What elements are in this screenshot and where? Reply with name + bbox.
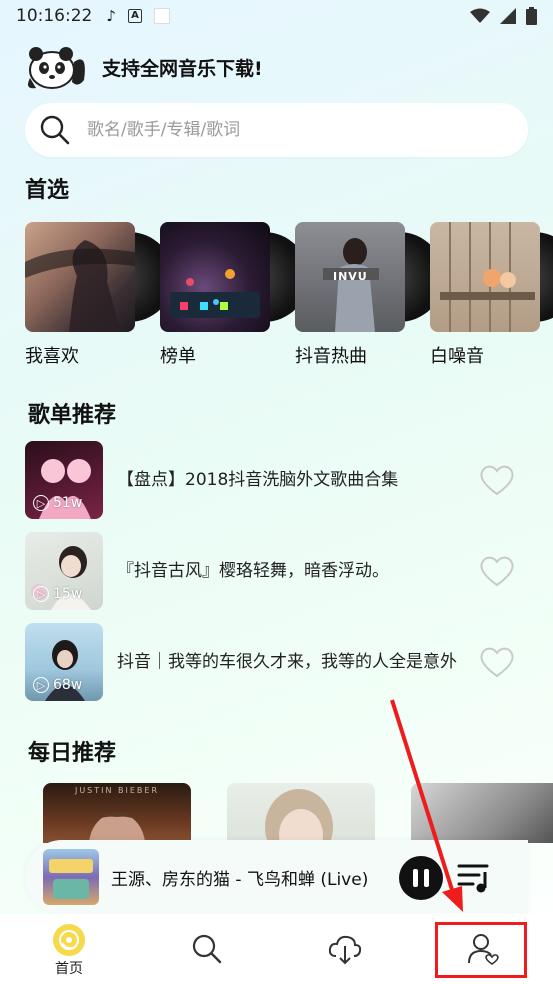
play-count: ▷ 68w: [33, 677, 82, 693]
featured-cover: [430, 222, 540, 332]
featured-cover: INVU: [295, 222, 405, 332]
daily-card[interactable]: JUSTIN BIEBER: [43, 783, 191, 843]
daily-card[interactable]: [411, 783, 553, 843]
panda-logo-icon: [28, 47, 85, 89]
status-time: 10:16:22: [16, 6, 93, 26]
playlist-section-title: 歌单推荐: [28, 403, 117, 428]
featured-label: 白噪音: [430, 346, 484, 367]
mini-player[interactable]: 王源、房东的猫 - 飞鸟和蝉 (Live): [25, 840, 528, 914]
playlist-item[interactable]: ▷ 51w 【盘点】2018抖音洗脑外文歌曲合集: [25, 441, 535, 521]
play-icon: ▷: [33, 677, 49, 693]
heart-icon[interactable]: [479, 463, 515, 497]
cloud-download-icon: [328, 935, 362, 965]
daily-card[interactable]: [227, 783, 375, 843]
play-count: ▷ 15w: [33, 586, 82, 602]
search-icon: [40, 115, 70, 145]
search-bar[interactable]: [25, 103, 528, 157]
now-playing-cover: [43, 849, 99, 905]
white-square-icon: [153, 8, 170, 24]
playlist-item[interactable]: ▷ 15w 『抖音古风』樱珞轻舞，暗香浮动。: [25, 532, 535, 612]
daily-list: JUSTIN BIEBER: [0, 783, 553, 843]
home-disc-icon: [53, 924, 85, 956]
tab-download[interactable]: [276, 914, 414, 984]
featured-label: 榜单: [160, 346, 196, 367]
playlist-queue-icon[interactable]: [457, 860, 493, 894]
search-input[interactable]: [87, 120, 487, 140]
featured-label: 我喜欢: [25, 346, 79, 367]
playlist-cover: ▷ 15w: [25, 532, 103, 610]
status-bar: 10:16:22 ♪ A: [0, 0, 553, 32]
playlist-cover: ▷ 68w: [25, 623, 103, 701]
featured-cover: [160, 222, 270, 332]
featured-label: 抖音热曲: [295, 346, 367, 367]
play-count: ▷ 51w: [33, 495, 82, 511]
featured-cover: [25, 222, 135, 332]
music-note-icon: ♪: [106, 7, 116, 25]
brand-slogan: 支持全网音乐下载!: [102, 57, 263, 80]
playlist-title: 抖音｜我等的车很久才来，我等的人全是意外: [117, 652, 457, 672]
playlist-item[interactable]: ▷ 68w 抖音｜我等的车很久才来，我等的人全是意外: [25, 623, 535, 703]
daily-cover-text: JUSTIN BIEBER: [74, 786, 160, 795]
play-icon: ▷: [33, 586, 49, 602]
brand-header: 支持全网音乐下载!: [22, 42, 263, 92]
play-icon: ▷: [33, 495, 49, 511]
featured-list: 我喜欢 榜单 INVU 抖音热曲 白噪音: [25, 222, 553, 367]
playlist-title: 『抖音古风』樱珞轻舞，暗香浮动。: [117, 561, 389, 581]
daily-section-title: 每日推荐: [28, 741, 117, 766]
battery-icon: [526, 7, 537, 25]
pause-button[interactable]: [399, 856, 443, 900]
heart-icon[interactable]: [479, 645, 515, 679]
playlist-cover: ▷ 51w: [25, 441, 103, 519]
wifi-icon: [470, 8, 490, 23]
annotation-highlight-box: [435, 922, 527, 978]
now-playing-title: 王源、房东的猫 - 飞鸟和蝉 (Live): [111, 869, 369, 890]
cover-title-text: INVU: [333, 270, 368, 283]
search-icon: [192, 934, 222, 964]
a-box-icon: A: [127, 9, 142, 23]
tab-home[interactable]: 首页: [0, 914, 138, 984]
playlist-title: 【盘点】2018抖音洗脑外文歌曲合集: [117, 470, 399, 490]
featured-section-title: 首选: [25, 178, 70, 203]
tab-home-label: 首页: [55, 961, 83, 977]
signal-icon: [500, 8, 516, 24]
heart-icon[interactable]: [479, 554, 515, 588]
tab-search[interactable]: [138, 914, 276, 984]
